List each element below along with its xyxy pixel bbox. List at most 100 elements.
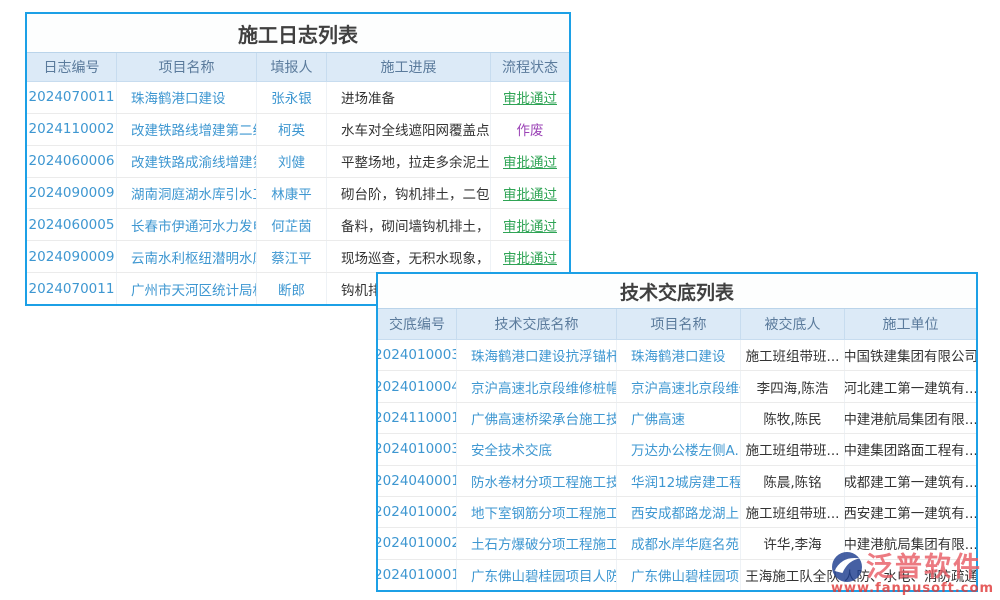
disclosure-table-body: 2024010003珠海鹤港口建设抗浮锚杆...珠海鹤港口建设施工班组带班...… [378, 340, 976, 590]
disclosure-name-link[interactable]: 土石方爆破分项工程施工... [457, 528, 617, 558]
disclosure-id-link[interactable]: 2024110001 [378, 403, 457, 433]
log-reporter-link[interactable]: 林康平 [257, 178, 327, 209]
disclosure-recipients-text: 许华,李海 [741, 528, 845, 558]
log-project-link[interactable]: 广州市天河区统计局机房... [117, 273, 257, 304]
log-progress-text: 现场巡查，无积水现象，水... [327, 241, 491, 272]
log-table-row: 2024070011珠海鹤港口建设张永银进场准备审批通过 [27, 82, 569, 114]
log-status-link[interactable]: 审批通过 [491, 146, 569, 177]
disclosure-name-link[interactable]: 广佛高速桥梁承台施工技... [457, 403, 617, 433]
disclosure-table-header-row: 交底编号技术交底名称项目名称被交底人施工单位 [378, 308, 976, 340]
disclosure-id-link[interactable]: 2024010002 [378, 497, 457, 527]
log-id-link[interactable]: 2024110002 [27, 114, 117, 145]
disclosure-id-link[interactable]: 2024040001 [378, 466, 457, 496]
disc-table-row: 2024010003安全技术交底万达办公楼左侧A...施工班组带班...中建集团… [378, 434, 976, 465]
log-reporter-link[interactable]: 柯英 [257, 114, 327, 145]
log-column-header: 施工进展 [327, 53, 491, 81]
log-progress-text: 进场准备 [327, 82, 491, 113]
log-status-link[interactable]: 作废 [491, 114, 569, 145]
disc-column-header: 交底编号 [378, 309, 457, 339]
log-table-row: 2024090009云南水利枢纽潜明水库一...蔡江平现场巡查，无积水现象，水.… [27, 241, 569, 273]
log-reporter-link[interactable]: 蔡江平 [257, 241, 327, 272]
log-project-link[interactable]: 长春市伊通河水力发电厂... [117, 209, 257, 240]
disclosure-project-link[interactable]: 京沪高速北京段维修 [617, 371, 741, 401]
disclosure-name-link[interactable]: 防水卷材分项工程施工技... [457, 466, 617, 496]
disc-table-row: 2024040001防水卷材分项工程施工技...华润12城房建工程...陈晨,陈… [378, 466, 976, 497]
disclosure-unit-text: 西安建工第一建筑有... [845, 497, 976, 527]
disclosure-project-link[interactable]: 广东佛山碧桂园项目 [617, 560, 741, 590]
disc-column-header: 技术交底名称 [457, 309, 617, 339]
log-id-link[interactable]: 2024090009 [27, 178, 117, 209]
disclosure-unit-text: 人防、水电、消防疏通 [845, 560, 976, 590]
log-reporter-link[interactable]: 断郎 [257, 273, 327, 304]
disc-table-row: 2024010002土石方爆破分项工程施工...成都水岸华庭名苑...许华,李海… [378, 528, 976, 559]
disclosure-id-link[interactable]: 2024010003 [378, 434, 457, 464]
disclosure-name-link[interactable]: 京沪高速北京段维修桩帽... [457, 371, 617, 401]
log-table-row: 2024110002改建铁路线增建第二线直...柯英水车对全线遮阳网覆盖点进..… [27, 114, 569, 146]
log-progress-text: 水车对全线遮阳网覆盖点进... [327, 114, 491, 145]
disc-table-row: 2024010004京沪高速北京段维修桩帽...京沪高速北京段维修李四海,陈浩河… [378, 371, 976, 402]
log-id-link[interactable]: 2024070011 [27, 82, 117, 113]
log-project-link[interactable]: 改建铁路成渝线增建第二... [117, 146, 257, 177]
disclosure-project-link[interactable]: 万达办公楼左侧A... [617, 434, 741, 464]
disclosure-project-link[interactable]: 成都水岸华庭名苑... [617, 528, 741, 558]
disc-table-row: 2024010001广东佛山碧桂园项目人防...广东佛山碧桂园项目王海施工队全队… [378, 560, 976, 590]
log-project-link[interactable]: 云南水利枢纽潜明水库一... [117, 241, 257, 272]
disclosure-recipients-text: 王海施工队全队 [741, 560, 845, 590]
log-status-link[interactable]: 审批通过 [491, 82, 569, 113]
disclosure-project-link[interactable]: 西安成都路龙湖上... [617, 497, 741, 527]
disc-column-header: 被交底人 [741, 309, 845, 339]
log-id-link[interactable]: 2024090009 [27, 241, 117, 272]
log-status-link[interactable]: 审批通过 [491, 209, 569, 240]
log-progress-text: 平整场地，拉走多余泥土15... [327, 146, 491, 177]
disclosure-id-link[interactable]: 2024010003 [378, 340, 457, 370]
disc-table-row: 2024010002地下室钢筋分项工程施工...西安成都路龙湖上...施工班组带… [378, 497, 976, 528]
construction-log-table: 施工日志列表 日志编号项目名称填报人施工进展流程状态 2024070011珠海鹤… [25, 12, 571, 306]
log-project-link[interactable]: 珠海鹤港口建设 [117, 82, 257, 113]
log-id-link[interactable]: 2024070011 [27, 273, 117, 304]
log-table-header-row: 日志编号项目名称填报人施工进展流程状态 [27, 52, 569, 82]
disclosure-recipients-text: 李四海,陈浩 [741, 371, 845, 401]
disclosure-name-link[interactable]: 地下室钢筋分项工程施工... [457, 497, 617, 527]
disclosure-id-link[interactable]: 2024010001 [378, 560, 457, 590]
disclosure-recipients-text: 陈牧,陈民 [741, 403, 845, 433]
log-table-body: 2024070011珠海鹤港口建设张永银进场准备审批通过2024110002改建… [27, 82, 569, 304]
disclosure-id-link[interactable]: 2024010004 [378, 371, 457, 401]
disclosure-recipients-text: 施工班组带班... [741, 497, 845, 527]
log-column-header: 日志编号 [27, 53, 117, 81]
log-column-header: 流程状态 [491, 53, 569, 81]
log-status-link[interactable]: 审批通过 [491, 241, 569, 272]
disclosure-project-link[interactable]: 广佛高速 [617, 403, 741, 433]
disclosure-unit-text: 中建港航局集团有限... [845, 403, 976, 433]
disclosure-name-link[interactable]: 珠海鹤港口建设抗浮锚杆... [457, 340, 617, 370]
log-project-link[interactable]: 湖南洞庭湖水库引水工程... [117, 178, 257, 209]
log-progress-text: 备料，砌间墙钩机排土，瓦... [327, 209, 491, 240]
log-id-link[interactable]: 2024060006 [27, 146, 117, 177]
disc-column-header: 施工单位 [845, 309, 976, 339]
disclosure-unit-text: 中国铁建集团有限公司 [845, 340, 976, 370]
disc-table-row: 2024110001广佛高速桥梁承台施工技...广佛高速陈牧,陈民中建港航局集团… [378, 403, 976, 434]
disclosure-name-link[interactable]: 安全技术交底 [457, 434, 617, 464]
disclosure-project-link[interactable]: 珠海鹤港口建设 [617, 340, 741, 370]
log-progress-text: 砌台阶，钩机排土，二包砌... [327, 178, 491, 209]
disclosure-name-link[interactable]: 广东佛山碧桂园项目人防... [457, 560, 617, 590]
log-reporter-link[interactable]: 刘健 [257, 146, 327, 177]
disclosure-id-link[interactable]: 2024010002 [378, 528, 457, 558]
disclosure-unit-text: 中建集团路面工程有... [845, 434, 976, 464]
disclosure-unit-text: 成都建工第一建筑有... [845, 466, 976, 496]
disclosure-unit-text: 中建港航局集团有限... [845, 528, 976, 558]
log-reporter-link[interactable]: 何芷茵 [257, 209, 327, 240]
log-id-link[interactable]: 2024060005 [27, 209, 117, 240]
disclosure-project-link[interactable]: 华润12城房建工程... [617, 466, 741, 496]
log-table-title: 施工日志列表 [27, 14, 569, 52]
log-project-link[interactable]: 改建铁路线增建第二线直... [117, 114, 257, 145]
disclosure-table-title: 技术交底列表 [378, 274, 976, 308]
disclosure-recipients-text: 施工班组带班... [741, 434, 845, 464]
log-reporter-link[interactable]: 张永银 [257, 82, 327, 113]
disc-table-row: 2024010003珠海鹤港口建设抗浮锚杆...珠海鹤港口建设施工班组带班...… [378, 340, 976, 371]
log-column-header: 项目名称 [117, 53, 257, 81]
technical-disclosure-table: 技术交底列表 交底编号技术交底名称项目名称被交底人施工单位 2024010003… [376, 272, 978, 592]
log-column-header: 填报人 [257, 53, 327, 81]
log-table-row: 2024060005长春市伊通河水力发电厂...何芷茵备料，砌间墙钩机排土，瓦.… [27, 209, 569, 241]
disclosure-recipients-text: 施工班组带班... [741, 340, 845, 370]
log-status-link[interactable]: 审批通过 [491, 178, 569, 209]
